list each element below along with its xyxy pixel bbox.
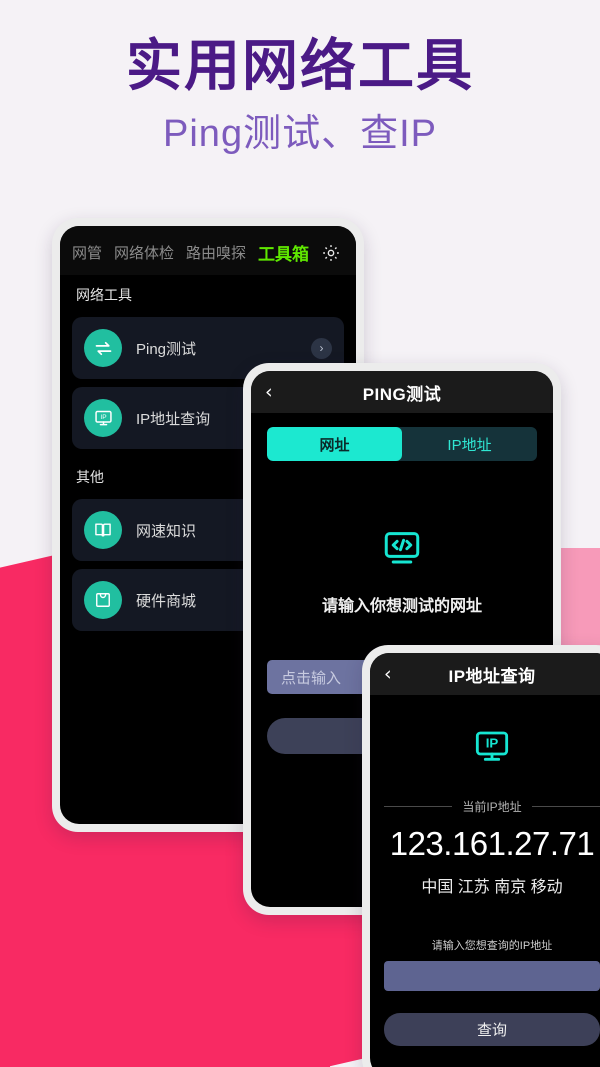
chevron-left-icon[interactable]: ‹ [384,664,392,684]
phone-mockup-ip-lookup: ‹ IP地址查询 IP 当前IP地址 123.161.27.71 中国 江苏 南… [362,645,600,1067]
page-subtitle: Ping测试、查IP [163,113,437,156]
page-title: 实用网络工具 [126,34,474,97]
ip-header: ‹ IP地址查询 [370,653,600,695]
tab-network-checkup[interactable]: 网络体检 [114,242,174,263]
divider-line-left [384,806,453,807]
gear-icon[interactable] [321,243,341,263]
chevron-left-icon[interactable]: ‹ [265,382,273,402]
ping-empty-hint: 请输入你想测试的网址 [321,598,482,615]
shopping-bag-icon [84,581,122,619]
divider-label: 当前IP地址 [462,800,522,814]
list-item-label: 硬件商城 [136,592,197,610]
divider-line-right [531,806,600,807]
segment-url[interactable]: 网址 [267,427,402,461]
ping-mode-segmented-control: 网址 IP地址 [267,427,537,461]
svg-text:IP: IP [100,414,107,421]
tab-route-sniffer[interactable]: 路由嗅探 [186,242,246,263]
list-item-label: Ping测试 [136,340,197,358]
ping-header: ‹ PING测试 [251,371,553,413]
promo-screenshot: 实用网络工具 Ping测试、查IP 网管 网络体检 路由嗅探 工具箱 网络工具 [0,0,600,1067]
svg-text:IP: IP [486,736,499,751]
chevron-right-icon[interactable]: › [311,337,332,359]
current-ip-location: 中国 江苏 南京 移动 [421,879,563,896]
current-ip-value: 123.161.27.71 [389,825,595,862]
ip-monitor-icon: IP [472,731,512,771]
ip-input-prompt: 请输入您想查询的IP地址 [431,940,553,952]
list-item-label: IP地址查询 [136,410,211,428]
segment-ip[interactable]: IP地址 [402,427,537,461]
ip-query-input[interactable] [384,961,600,991]
ip-title: IP地址查询 [448,666,536,686]
ping-empty-state: 请输入你想测试的网址 [251,527,553,616]
book-icon [84,511,122,549]
ip-monitor-icon: IP [84,399,122,437]
banner-headline: 实用网络工具 Ping测试、查IP [0,34,600,158]
ping-title: PING测试 [362,384,442,404]
current-ip-divider: 当前IP地址 [384,798,600,815]
code-monitor-icon [381,532,423,573]
ip-hero-icon-wrap: IP [370,695,600,772]
list-item-label: 网速知识 [136,522,197,540]
ip-query-button[interactable]: 查询 [384,1013,600,1046]
tab-toolbox[interactable]: 工具箱 [258,240,309,265]
section-label-network-tools: 网络工具 [76,287,132,303]
transfer-arrows-icon [84,329,122,367]
top-tab-bar: 网管 网络体检 路由嗅探 工具箱 [60,226,356,275]
phone3-screen: ‹ IP地址查询 IP 当前IP地址 123.161.27.71 中国 江苏 南… [370,653,600,1067]
tab-netadmin[interactable]: 网管 [72,242,102,263]
